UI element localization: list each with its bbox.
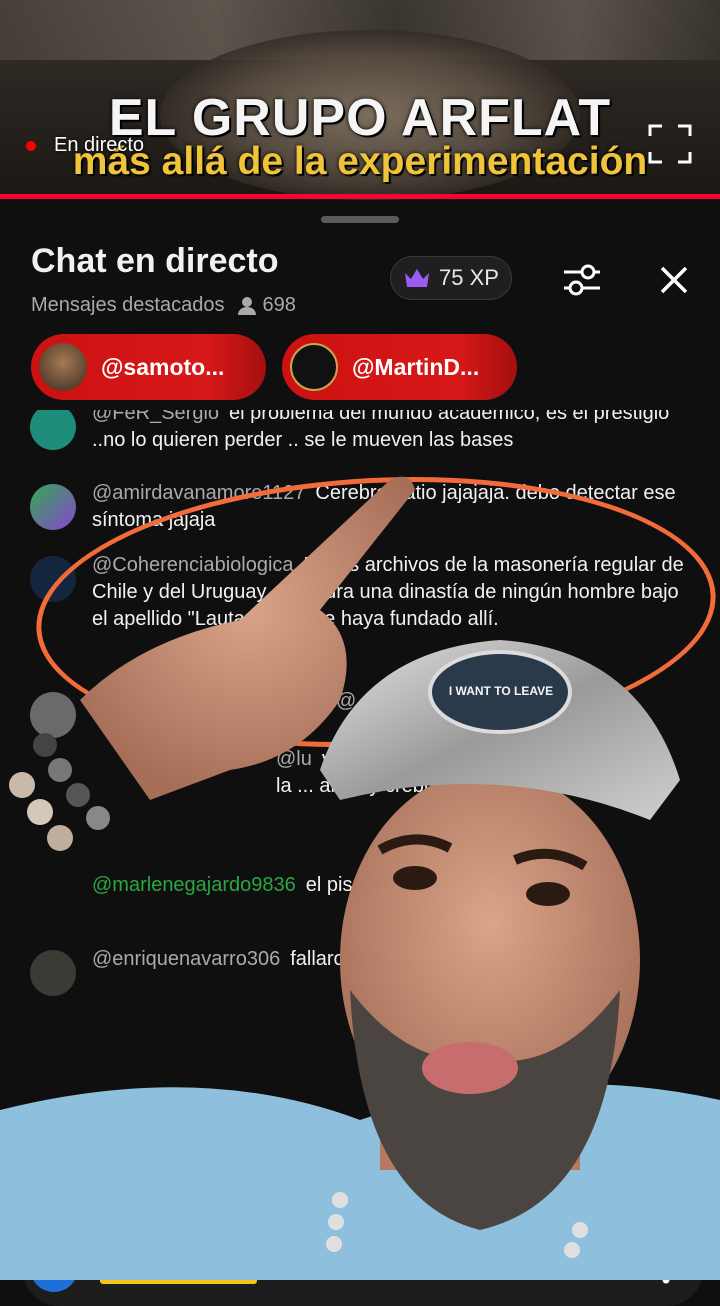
live-dot-icon bbox=[26, 140, 36, 151]
pinned-name: @MartinD... bbox=[352, 353, 480, 380]
filter-settings-icon[interactable] bbox=[560, 258, 604, 302]
fullscreen-icon[interactable] bbox=[648, 124, 692, 164]
message-author[interactable]: @enriquenavarro306 bbox=[92, 948, 280, 970]
viewer-count-number: 698 bbox=[262, 294, 296, 316]
live-label: En directo bbox=[54, 134, 145, 156]
viewer-count: 698 bbox=[236, 294, 296, 317]
chat-mode-label[interactable]: Mensajes destacados bbox=[31, 294, 224, 317]
chat-subtitle[interactable]: Mensajes destacados 698 bbox=[31, 294, 296, 317]
pinned-name: @samoto... bbox=[101, 353, 225, 380]
avatar: NUR PARA TODOS bbox=[30, 1244, 78, 1292]
crown-icon bbox=[405, 269, 430, 287]
message-author[interactable]: @lu bbox=[276, 748, 312, 770]
avatar bbox=[30, 410, 76, 450]
live-indicator: En directo bbox=[26, 134, 144, 157]
pinned-chip-2[interactable]: @MartinD... bbox=[282, 334, 517, 400]
close-icon[interactable] bbox=[652, 258, 696, 302]
person-icon bbox=[238, 296, 257, 315]
message-text: el piso se me mueve fueee bbox=[305, 874, 545, 896]
avatar bbox=[30, 692, 76, 738]
message-text: fallaron para que siguen bbox=[290, 948, 505, 970]
message-author[interactable]: @FeR_Sergio bbox=[92, 410, 219, 424]
pinned-chip-1[interactable]: @samoto... bbox=[31, 334, 266, 400]
featured-message-tail: ro... bbox=[582, 1257, 617, 1279]
live-progress-bar bbox=[0, 194, 720, 199]
avatar bbox=[290, 343, 338, 391]
xp-badge-button[interactable]: 75 XP bbox=[390, 256, 512, 300]
hat-patch-label: I WANT TO LEAVE bbox=[448, 684, 554, 698]
avatar bbox=[30, 950, 76, 996]
more-options-icon[interactable] bbox=[654, 1248, 678, 1288]
avatar bbox=[39, 343, 87, 391]
video-player[interactable]: EL GRUPO ARFLAT más allá de la experimen… bbox=[0, 0, 720, 200]
chat-title: Chat en directo bbox=[31, 242, 279, 280]
featured-message-bar[interactable]: NUR PARA TODOS @Nurparatodos si que ro..… bbox=[22, 1230, 704, 1306]
message-author[interactable]: @marlenegajardo9836 bbox=[92, 874, 296, 896]
featured-message-text: si que bbox=[300, 1257, 354, 1279]
drag-handle[interactable] bbox=[321, 216, 399, 223]
xp-label: 75 XP bbox=[439, 265, 499, 290]
avatar bbox=[30, 484, 76, 530]
message-text: volver a proponer una interfaz con la ..… bbox=[276, 748, 626, 797]
